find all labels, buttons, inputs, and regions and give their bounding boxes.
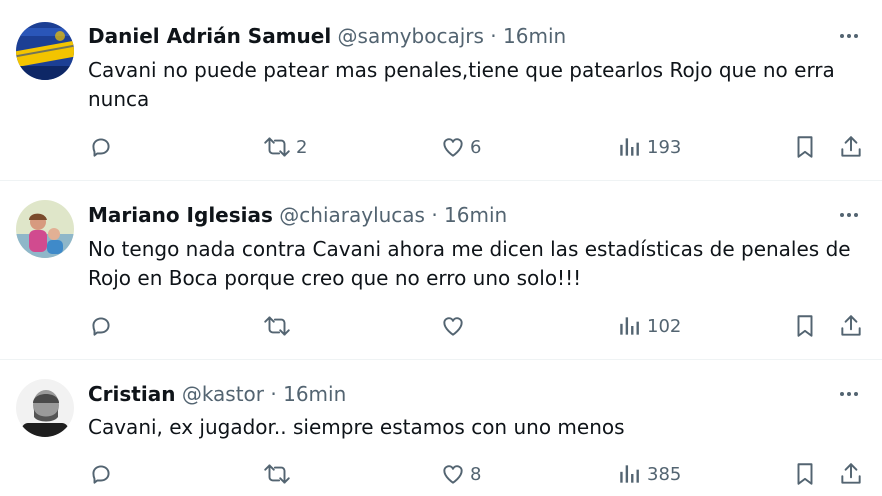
views-button[interactable]: 102 (617, 313, 681, 339)
like-icon (443, 317, 463, 336)
retweet-icon (264, 137, 290, 157)
like-count: 6 (470, 136, 482, 158)
reply-icon (92, 317, 110, 336)
like-count: 8 (470, 463, 482, 485)
display-name[interactable]: Mariano Iglesias (88, 203, 273, 227)
share-button[interactable] (838, 134, 864, 160)
avatar[interactable] (16, 379, 74, 437)
like-button[interactable]: 8 (440, 461, 481, 487)
separator-dot: · (431, 203, 438, 227)
more-icon[interactable] (836, 203, 862, 227)
reply-tweet-1[interactable]: Daniel Adrián Samuel @samybocajrs · 16mi… (0, 0, 882, 180)
display-name[interactable]: Cristian (88, 382, 175, 406)
retweet-icon (264, 464, 290, 484)
retweet-button[interactable]: 2 (262, 134, 307, 160)
reply-button[interactable] (88, 134, 118, 160)
views-icon (620, 138, 639, 156)
like-icon (443, 465, 463, 484)
retweet-count: 2 (296, 136, 308, 158)
bookmark-icon (797, 136, 813, 158)
views-count: 193 (647, 136, 682, 158)
bookmark-button[interactable] (792, 134, 818, 160)
reply-button[interactable] (88, 461, 118, 487)
share-button[interactable] (838, 313, 864, 339)
like-icon (443, 138, 463, 157)
tweet-text-line: No tengo nada contra Cavani ahora me dic… (88, 237, 851, 261)
views-icon (620, 465, 639, 483)
user-handle[interactable]: @samybocajrs (338, 24, 484, 48)
bookmark-button[interactable] (792, 461, 818, 487)
bookmark-icon (797, 463, 813, 485)
separator-dot: · (490, 24, 497, 48)
share-icon (841, 463, 861, 484)
more-icon[interactable] (836, 382, 862, 406)
tweet-header: Mariano Iglesias @chiaraylucas · 16min (88, 203, 507, 227)
tweet-text-line: Cavani no puede patear mas penales,tiene… (88, 58, 835, 82)
share-icon (841, 315, 861, 336)
retweet-button[interactable] (262, 461, 296, 487)
retweet-button[interactable] (262, 313, 296, 339)
tweet-header: Cristian @kastor · 16min (88, 382, 346, 406)
tweet-text-line: Rojo en Boca porque creo que no erro uno… (88, 266, 582, 290)
timestamp[interactable]: 16min (503, 24, 566, 48)
like-button[interactable]: 6 (440, 134, 481, 160)
tweet-header: Daniel Adrián Samuel @samybocajrs · 16mi… (88, 24, 566, 48)
like-button[interactable] (440, 313, 470, 339)
more-icon[interactable] (836, 24, 862, 48)
timestamp[interactable]: 16min (444, 203, 507, 227)
tweet-text: Cavani no puede patear mas penales,tiene… (88, 56, 868, 114)
display-name[interactable]: Daniel Adrián Samuel (88, 24, 331, 48)
reply-tweet-2[interactable]: Mariano Iglesias @chiaraylucas · 16min N… (0, 181, 882, 359)
tweet-text-line: Cavani, ex jugador.. siempre estamos con… (88, 415, 625, 439)
reply-icon (92, 465, 110, 484)
avatar[interactable] (16, 22, 74, 80)
tweet-text: No tengo nada contra Cavani ahora me dic… (88, 235, 868, 293)
views-count: 385 (647, 463, 682, 485)
retweet-icon (264, 316, 290, 336)
tweet-text: Cavani, ex jugador.. siempre estamos con… (88, 413, 868, 442)
views-icon (620, 317, 639, 335)
avatar[interactable] (16, 200, 74, 258)
bookmark-button[interactable] (792, 313, 818, 339)
separator-dot: · (270, 382, 277, 406)
views-button[interactable]: 385 (617, 461, 681, 487)
reply-tweet-3[interactable]: Cristian @kastor · 16min Cavani, ex juga… (0, 360, 882, 496)
share-icon (841, 136, 861, 157)
tweet-text-line: nunca (88, 87, 150, 111)
timestamp[interactable]: 16min (283, 382, 346, 406)
user-handle[interactable]: @chiaraylucas (279, 203, 425, 227)
user-handle[interactable]: @kastor (182, 382, 264, 406)
reply-button[interactable] (88, 313, 118, 339)
views-button[interactable]: 193 (617, 134, 681, 160)
bookmark-icon (797, 315, 813, 337)
views-count: 102 (647, 315, 682, 337)
share-button[interactable] (838, 461, 864, 487)
reply-icon (92, 138, 110, 157)
